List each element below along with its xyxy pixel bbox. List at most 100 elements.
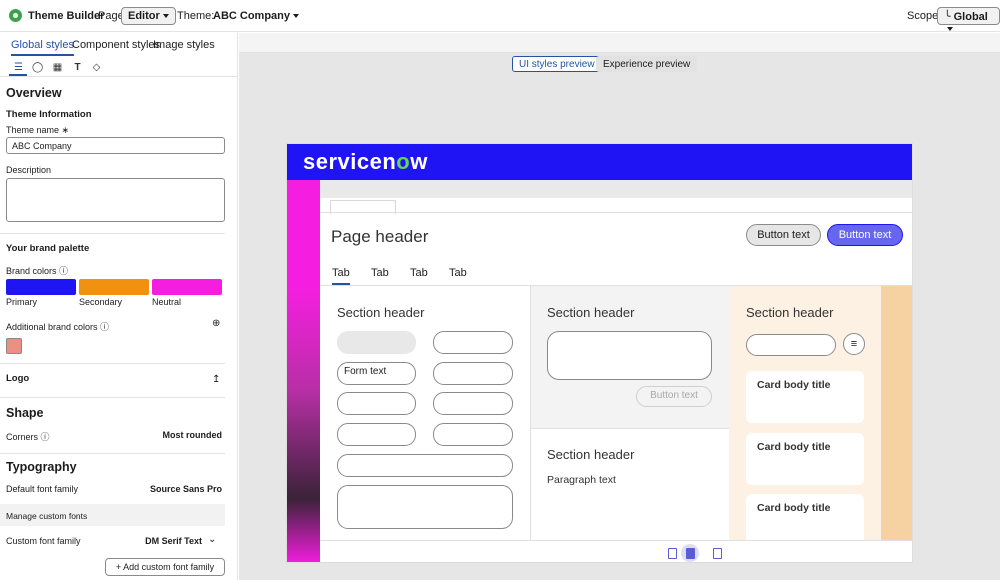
tab-strip — [320, 180, 912, 198]
logo-text-c: w — [410, 149, 428, 174]
text-icon[interactable]: T — [72, 62, 83, 73]
corners-value[interactable]: Most rounded — [130, 430, 223, 440]
list-icon[interactable]: ☰ — [13, 62, 24, 73]
form-field[interactable] — [433, 362, 513, 385]
additional-colors-label: Additional brand colors ⓘ — [6, 322, 110, 332]
secondary-button[interactable]: Button text — [746, 224, 821, 246]
servicenow-logo: servicenow — [303, 149, 428, 175]
app-title: Theme Builder — [28, 10, 105, 22]
neutral-label: Neutral — [152, 297, 182, 307]
neutral-swatch[interactable] — [152, 279, 222, 295]
chevron-down-icon — [162, 14, 169, 19]
manage-fonts-row: Manage custom fonts — [0, 504, 225, 526]
page-icon[interactable] — [713, 548, 722, 559]
card[interactable]: Card body title — [746, 433, 864, 485]
tag-icon[interactable]: ◇ — [91, 62, 102, 73]
paragraph-text: Paragraph text — [547, 474, 616, 486]
logo-title: Logo — [6, 373, 30, 384]
upload-icon[interactable]: ↥ — [212, 374, 220, 385]
divider — [320, 212, 912, 213]
textarea-field[interactable] — [547, 331, 712, 380]
overview-title: Overview — [6, 86, 62, 100]
preview-toolbar — [239, 33, 1000, 53]
form-text-field[interactable]: Form text — [337, 362, 416, 385]
secondary-sidebar — [881, 286, 912, 562]
default-font-label: Default font family — [6, 484, 79, 494]
preview-footer-bar — [320, 540, 912, 562]
preview-tab-1[interactable]: Tab — [332, 267, 350, 285]
form-field[interactable] — [337, 392, 416, 415]
scope-select-value: Global — [953, 11, 988, 23]
add-custom-font-button[interactable]: + Add custom font family — [105, 558, 225, 576]
card-title: Card body title — [757, 441, 831, 453]
card[interactable]: Card body title — [746, 371, 864, 423]
section-header: Section header — [337, 305, 425, 320]
style-tabs: Global styles Component styles Image sty… — [0, 33, 237, 56]
corners-label: Corners ⓘ — [6, 432, 50, 442]
preview-tab-4[interactable]: Tab — [449, 267, 467, 279]
divider — [0, 453, 225, 454]
theme-name-label: Theme name ∗ — [6, 125, 70, 135]
theme-label: Theme: — [177, 10, 215, 22]
custom-font-value[interactable]: DM Serif Text — [120, 536, 202, 546]
theme-select-value: ABC Company — [213, 10, 291, 22]
left-panel: Global styles Component styles Image sty… — [0, 33, 238, 580]
section-header: Section header — [547, 305, 635, 320]
disabled-field — [337, 331, 416, 354]
add-color-icon[interactable]: ⊕ — [212, 318, 220, 329]
primary-button[interactable]: Button text — [827, 224, 903, 246]
divider — [0, 397, 225, 398]
chevron-down-icon — [947, 27, 953, 32]
tab-global-styles[interactable]: Global styles — [11, 39, 74, 56]
page-icon[interactable] — [668, 548, 677, 559]
primary-swatch[interactable] — [6, 279, 76, 295]
logo-text-a: servicen — [303, 149, 397, 174]
theme-name-input[interactable]: ABC Company — [6, 137, 225, 154]
chevron-down-icon — [293, 14, 300, 19]
brand-colors-label: Brand colors ⓘ — [6, 266, 69, 276]
logo-text-b: o — [396, 149, 411, 174]
palette-icon[interactable]: ◯ — [32, 62, 43, 73]
filter-icon[interactable]: ≡ — [843, 333, 865, 355]
experience-preview-button[interactable]: Experience preview — [596, 56, 698, 72]
tab-component-styles[interactable]: Component styles — [72, 39, 160, 51]
description-textarea[interactable] — [6, 178, 225, 222]
card[interactable]: Card body title — [746, 494, 864, 546]
image-icon[interactable]: ▦ — [52, 62, 63, 73]
page-select-value: Editor — [128, 10, 160, 22]
secondary-label: Secondary — [79, 297, 123, 307]
preview-tab-3[interactable]: Tab — [410, 267, 428, 279]
primary-label: Primary — [6, 297, 37, 307]
form-field[interactable] — [433, 331, 513, 354]
additional-color-swatch[interactable] — [6, 338, 22, 354]
active-icon-underline — [9, 74, 27, 76]
search-field[interactable] — [746, 334, 836, 356]
theme-select[interactable]: ABC Company — [213, 10, 300, 22]
scope-select[interactable]: ╰ Global — [937, 7, 1000, 32]
theme-preview-frame: servicenow Page header Button text Butto… — [286, 143, 913, 563]
form-textarea[interactable] — [337, 485, 513, 529]
theme-builder-logo-icon — [9, 9, 22, 22]
card-title: Card body title — [757, 502, 831, 514]
manage-fonts-label: Manage custom fonts — [6, 511, 88, 521]
page-select[interactable]: Editor — [121, 7, 176, 25]
form-field[interactable] — [433, 392, 513, 415]
section-header: Section header — [746, 305, 834, 320]
preview-tab-2[interactable]: Tab — [371, 267, 389, 279]
tab-image-styles[interactable]: Image styles — [153, 39, 215, 51]
typography-title: Typography — [6, 460, 77, 474]
divider — [0, 233, 225, 234]
description-label: Description — [6, 165, 52, 175]
card-title: Card body title — [757, 379, 831, 391]
form-field[interactable] — [337, 423, 416, 446]
secondary-swatch[interactable] — [79, 279, 149, 295]
ui-styles-preview-button[interactable]: UI styles preview — [512, 56, 602, 72]
chevron-down-icon[interactable]: ⌄ — [208, 534, 216, 545]
page-icon-active[interactable] — [686, 548, 695, 559]
top-bar: Theme Builder Page: Editor Theme: ABC Co… — [0, 0, 1000, 32]
form-field-wide[interactable] — [337, 454, 513, 477]
default-font-value[interactable]: Source Sans Pro — [120, 484, 222, 494]
brand-palette-title: Your brand palette — [6, 243, 90, 254]
form-field[interactable] — [433, 423, 513, 446]
section-header: Section header — [547, 447, 635, 462]
